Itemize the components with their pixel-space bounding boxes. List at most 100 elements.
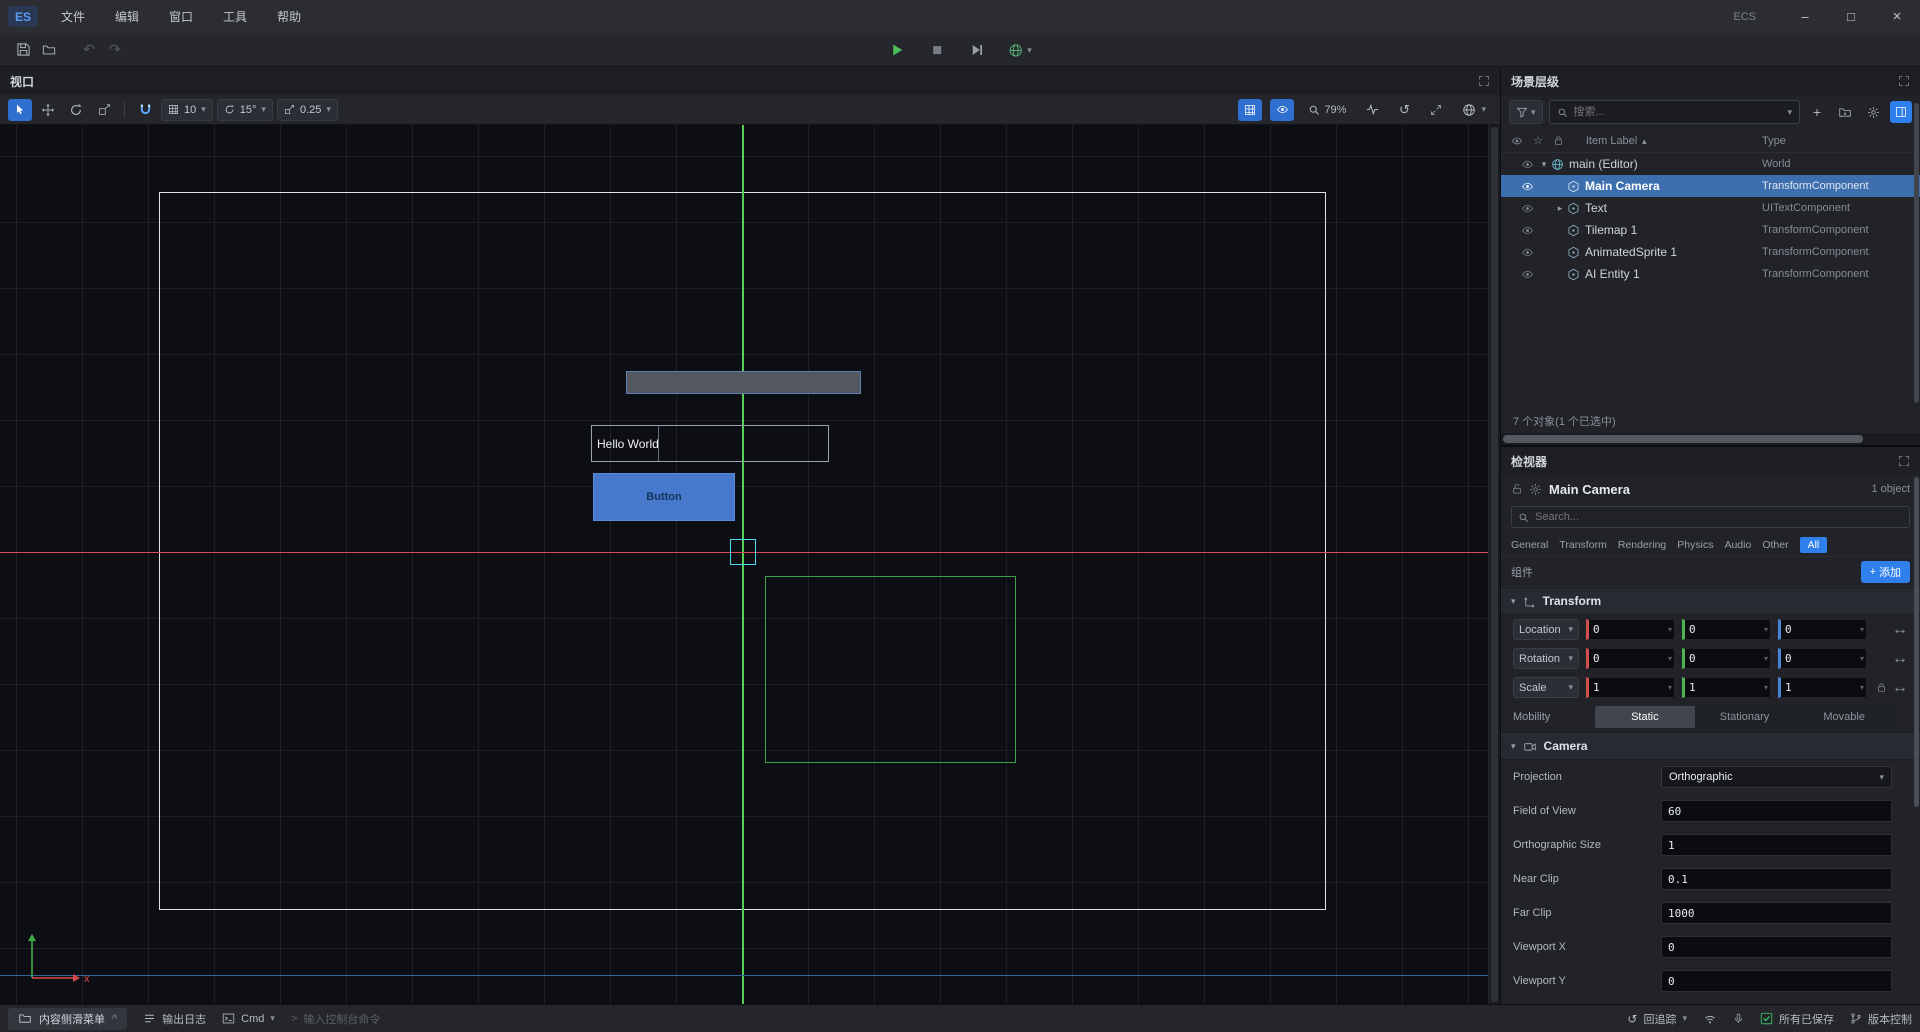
redo-button[interactable]: ↷ bbox=[102, 38, 128, 62]
hierarchy-row-selected[interactable]: Main Camera TransformComponent bbox=[1501, 175, 1920, 197]
world-dropdown[interactable]: ▾ bbox=[1456, 99, 1492, 121]
uniform-scale-lock-icon[interactable] bbox=[1876, 682, 1887, 693]
selection-gizmo[interactable] bbox=[730, 539, 756, 565]
snap-toggle-button[interactable] bbox=[133, 99, 157, 121]
collapse-caret-icon[interactable]: ▾ bbox=[1537, 159, 1551, 170]
tab-transform[interactable]: Transform bbox=[1559, 539, 1606, 551]
inspector-search-box[interactable] bbox=[1511, 506, 1910, 528]
scene-slider-widget[interactable] bbox=[626, 371, 861, 394]
item-label-column[interactable]: Item Label ▲ bbox=[1586, 135, 1648, 147]
output-log-button[interactable]: 输出日志 bbox=[143, 1011, 206, 1027]
menu-edit[interactable]: 编辑 bbox=[100, 0, 154, 33]
revision-control-dropdown[interactable]: ↺ 回追踪 ▾ bbox=[1627, 1011, 1687, 1027]
stats-button[interactable] bbox=[1360, 99, 1384, 121]
tab-general[interactable]: General bbox=[1511, 539, 1548, 551]
rotation-x-field[interactable]: ▾ bbox=[1586, 648, 1675, 669]
console-command-input[interactable]: > 输入控制台命令 bbox=[291, 1011, 380, 1027]
filter-button[interactable]: ▾ bbox=[1509, 100, 1543, 124]
inspector-search-input[interactable] bbox=[1535, 511, 1903, 523]
viewport-y-input[interactable] bbox=[1661, 970, 1892, 992]
zoom-control[interactable]: 79% bbox=[1308, 104, 1346, 116]
microphone-icon[interactable] bbox=[1733, 1012, 1744, 1025]
add-component-button[interactable]: + 添加 bbox=[1861, 561, 1910, 583]
hierarchy-row[interactable]: AnimatedSprite 1 TransformComponent bbox=[1501, 241, 1920, 263]
field-of-view-input[interactable] bbox=[1661, 800, 1892, 822]
close-button[interactable]: × bbox=[1874, 0, 1920, 33]
mobility-movable[interactable]: Movable bbox=[1794, 706, 1894, 728]
add-entity-button[interactable]: + bbox=[1806, 101, 1828, 123]
hierarchy-settings-button[interactable] bbox=[1862, 101, 1884, 123]
hierarchy-vscrollbar[interactable] bbox=[1914, 103, 1919, 403]
version-control-button[interactable]: 版本控制 bbox=[1850, 1011, 1912, 1027]
eye-icon[interactable] bbox=[1521, 224, 1537, 237]
location-dropdown[interactable]: Location ▾ bbox=[1513, 619, 1579, 640]
camera-section-header[interactable]: ▾ Camera bbox=[1501, 732, 1920, 760]
tab-other[interactable]: Other bbox=[1762, 539, 1788, 551]
lock-open-icon[interactable] bbox=[1511, 483, 1523, 496]
hierarchy-row[interactable]: AI Entity 1 TransformComponent bbox=[1501, 263, 1920, 285]
reset-view-button[interactable]: ↺ bbox=[1392, 99, 1416, 121]
scale-snap-dropdown[interactable]: 0.25 ▾ bbox=[277, 99, 338, 121]
fullscreen-button[interactable] bbox=[1424, 99, 1448, 121]
expand-caret-icon[interactable]: ▸ bbox=[1553, 203, 1567, 214]
play-button[interactable] bbox=[884, 38, 910, 62]
hierarchy-hscrollbar[interactable] bbox=[1501, 433, 1920, 445]
select-tool-button[interactable] bbox=[8, 99, 32, 121]
menu-help[interactable]: 帮助 bbox=[262, 0, 316, 33]
cmd-dropdown[interactable]: Cmd ▾ bbox=[222, 1012, 275, 1025]
rotate-tool-button[interactable] bbox=[64, 99, 88, 121]
scene-canvas[interactable]: Hello World Button x bbox=[0, 125, 1500, 1004]
viewport-scrollbar[interactable] bbox=[1488, 125, 1500, 1004]
visibility-button[interactable] bbox=[1270, 99, 1294, 121]
eye-icon[interactable] bbox=[1521, 158, 1537, 171]
mobility-stationary[interactable]: Stationary bbox=[1695, 706, 1795, 728]
scale-tool-button[interactable] bbox=[92, 99, 116, 121]
location-y-field[interactable]: ▾ bbox=[1682, 619, 1771, 640]
scene-button-widget[interactable]: Button bbox=[593, 473, 735, 521]
inspector-vscrollbar[interactable] bbox=[1914, 477, 1919, 807]
camera-bounds-rect[interactable] bbox=[765, 576, 1016, 763]
scale-y-field[interactable]: ▾ bbox=[1682, 677, 1771, 698]
near-clip-input[interactable] bbox=[1661, 868, 1892, 890]
scale-z-field[interactable]: ▾ bbox=[1778, 677, 1867, 698]
menu-tools[interactable]: 工具 bbox=[208, 0, 262, 33]
tab-rendering[interactable]: Rendering bbox=[1618, 539, 1666, 551]
projection-select[interactable]: Orthographic ▾ bbox=[1661, 766, 1892, 788]
rotation-z-field[interactable]: ▾ bbox=[1778, 648, 1867, 669]
grid-snap-dropdown[interactable]: 10 ▾ bbox=[161, 99, 213, 121]
expand-panel-icon[interactable] bbox=[1898, 75, 1910, 87]
eye-icon[interactable] bbox=[1521, 202, 1537, 215]
eye-icon[interactable] bbox=[1521, 180, 1537, 193]
hierarchy-row[interactable]: ▸ Text UITextComponent bbox=[1501, 197, 1920, 219]
move-tool-button[interactable] bbox=[36, 99, 60, 121]
viewport-x-input[interactable] bbox=[1661, 936, 1892, 958]
eye-column-icon[interactable] bbox=[1511, 135, 1523, 147]
stop-button[interactable] bbox=[924, 38, 950, 62]
location-z-field[interactable]: ▾ bbox=[1778, 619, 1867, 640]
tab-audio[interactable]: Audio bbox=[1724, 539, 1751, 551]
menu-window[interactable]: 窗口 bbox=[154, 0, 208, 33]
save-status[interactable]: 所有已保存 bbox=[1760, 1011, 1834, 1027]
link-axes-icon[interactable]: ↔ bbox=[1892, 679, 1908, 697]
hierarchy-search-input[interactable] bbox=[1574, 106, 1782, 118]
tab-all[interactable]: All bbox=[1800, 537, 1828, 553]
hierarchy-search-box[interactable]: ▾ bbox=[1549, 100, 1800, 124]
panel-layout-button[interactable] bbox=[1890, 101, 1912, 123]
save-button[interactable] bbox=[10, 38, 36, 62]
far-clip-input[interactable] bbox=[1661, 902, 1892, 924]
mobility-static[interactable]: Static bbox=[1595, 706, 1695, 728]
new-folder-button[interactable] bbox=[1834, 101, 1856, 123]
step-button[interactable] bbox=[964, 38, 990, 62]
transform-section-header[interactable]: ▾ Transform bbox=[1501, 587, 1920, 615]
tab-physics[interactable]: Physics bbox=[1677, 539, 1713, 551]
open-button[interactable] bbox=[36, 38, 62, 62]
location-x-field[interactable]: ▾ bbox=[1586, 619, 1675, 640]
link-axes-icon[interactable]: ↔ bbox=[1892, 650, 1908, 668]
run-target-dropdown[interactable]: ▾ bbox=[1004, 38, 1036, 62]
type-column[interactable]: Type bbox=[1762, 135, 1786, 147]
scale-dropdown[interactable]: Scale ▾ bbox=[1513, 677, 1579, 698]
minimize-button[interactable]: – bbox=[1782, 0, 1828, 33]
hierarchy-row[interactable]: ▾ main (Editor) World bbox=[1501, 153, 1920, 175]
expand-panel-icon[interactable] bbox=[1478, 75, 1490, 87]
eye-icon[interactable] bbox=[1521, 268, 1537, 281]
